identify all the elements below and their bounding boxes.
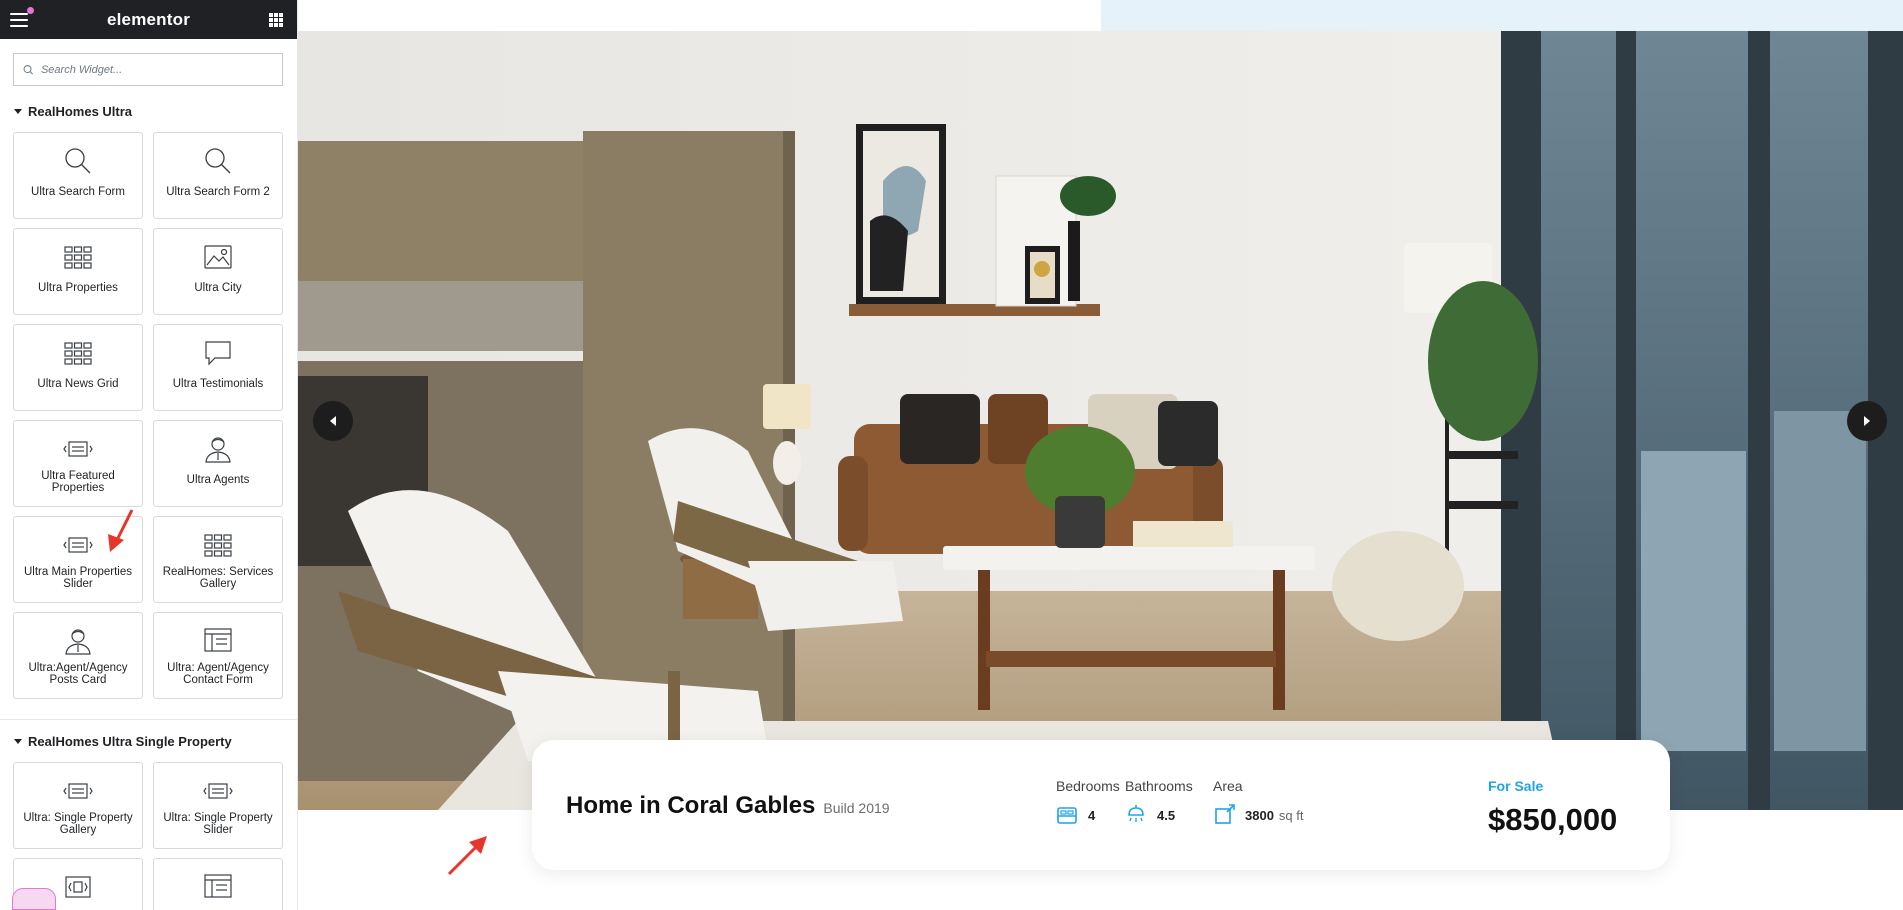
arrow-right-icon: [1864, 416, 1870, 426]
widget-label: Ultra: Agent/Agency Contact Form: [167, 662, 269, 686]
bed-icon: [1057, 807, 1077, 824]
gallery-icon: [62, 871, 94, 903]
image-icon: [202, 241, 234, 273]
bedrooms-label: Bedrooms: [1056, 778, 1120, 794]
slider-icon: [62, 529, 94, 561]
property-slide-image: [298, 31, 1903, 810]
category-divider: [0, 719, 297, 720]
slider-icon: [62, 433, 94, 465]
arrow-left-icon: [330, 416, 336, 426]
search-icon: [23, 64, 33, 75]
property-info-card[interactable]: Home in Coral Gables Build 2019 Bedrooms …: [532, 740, 1670, 870]
bedrooms-value: 4: [1088, 807, 1096, 823]
widget-ultra-single-property-gallery[interactable]: Ultra: Single Property Gallery: [13, 762, 143, 849]
widget-label: Ultra Featured Properties: [41, 470, 115, 494]
caret-down-icon: [14, 738, 22, 744]
area-unit: sq ft: [1278, 807, 1304, 823]
slider-icon: [62, 775, 94, 807]
widget-grid-realhomes-ultra: Ultra Search Form Ultra Search Form 2 Ultr…: [0, 132, 297, 699]
category-title: RealHomes Ultra Single Property: [28, 733, 232, 749]
apps-grid-icon[interactable]: [269, 12, 283, 27]
grid-icon: [202, 529, 234, 561]
widget-ultra-city[interactable]: Ultra City: [153, 228, 283, 315]
widget-label: Ultra Main Properties Slider: [23, 566, 132, 590]
panel-topbar: elementor: [0, 0, 297, 39]
widget-ultra-search-form-2[interactable]: Ultra Search Form 2: [153, 132, 283, 219]
widget-label: Ultra: Single Property Gallery: [23, 812, 133, 836]
area-icon: [1215, 804, 1235, 824]
search-box: [13, 53, 283, 86]
grid-icon: [62, 337, 94, 369]
widget-label: Ultra Testimonials: [172, 378, 264, 390]
search-icon: [62, 145, 94, 177]
caret-down-icon: [14, 108, 22, 114]
widget-label: Ultra: Single Property Slider: [163, 812, 273, 836]
category-realhomes-ultra[interactable]: RealHomes Ultra: [0, 102, 297, 120]
widget-widget-3[interactable]: [153, 858, 283, 910]
notification-dot: [27, 6, 34, 14]
widget-label: Ultra Search Form 2: [166, 186, 270, 198]
meta-area: Area 3800 sq ft: [1213, 778, 1304, 826]
grid-icon: [62, 241, 94, 273]
search-widget-input[interactable]: [40, 63, 274, 76]
meta-bedrooms: Bedrooms 4: [1056, 778, 1120, 826]
navigator-badge[interactable]: [12, 888, 56, 910]
widget-ultra-search-form[interactable]: Ultra Search Form: [13, 132, 143, 219]
slider-prev-button[interactable]: [313, 401, 353, 441]
bathrooms-label: Bathrooms: [1125, 778, 1193, 794]
widget-label: Ultra News Grid: [37, 378, 119, 390]
widget-panel: elementor RealHomes Ultra Ultra Search F…: [0, 0, 298, 910]
widget-label: Ultra Properties: [38, 282, 118, 294]
widget-label: RealHomes: Services Gallery: [162, 566, 274, 590]
form-icon: [202, 871, 234, 903]
person-icon: [202, 433, 234, 465]
slider-next-button[interactable]: [1847, 401, 1887, 441]
person-icon: [62, 625, 94, 657]
form-icon: [202, 625, 234, 657]
shower-icon: [1128, 805, 1144, 822]
meta-bathrooms: Bathrooms 4.5: [1125, 778, 1193, 826]
search-icon: [202, 145, 234, 177]
elementor-editor: elementor RealHomes Ultra Ultra Search F…: [0, 0, 1903, 910]
menu-icon[interactable]: [10, 6, 34, 27]
area-label: Area: [1213, 778, 1243, 794]
widget-label: Ultra Search Form: [31, 186, 125, 198]
elementor-logo: elementor: [106, 9, 191, 29]
widget-ultra-agent-agency-posts-card[interactable]: Ultra:Agent/Agency Posts Card: [13, 612, 143, 699]
bathrooms-value: 4.5: [1157, 807, 1176, 823]
property-title-row: Home in Coral Gables Build 2019: [566, 792, 890, 820]
speech-bubble-icon: [202, 337, 234, 369]
header-strip: [1101, 0, 1903, 31]
widget-label: Ultra City: [194, 282, 242, 294]
category-realhomes-ultra-single-property[interactable]: RealHomes Ultra Single Property: [0, 732, 297, 750]
widget-ultra-single-property-slider[interactable]: Ultra: Single Property Slider: [153, 762, 283, 849]
widget-label: Ultra Agents: [186, 474, 250, 486]
widget-label: Ultra:Agent/Agency Posts Card: [28, 662, 128, 686]
widget-ultra-agent-agency-contact-form[interactable]: Ultra: Agent/Agency Contact Form: [153, 612, 283, 699]
widget-ultra-properties[interactable]: Ultra Properties: [13, 228, 143, 315]
property-title[interactable]: Home in Coral Gables: [566, 792, 815, 819]
property-price: $850,000: [1488, 802, 1618, 837]
area-value: 3800: [1245, 807, 1274, 823]
slider-icon: [202, 775, 234, 807]
widget-ultra-testimonials[interactable]: Ultra Testimonials: [153, 324, 283, 411]
widget-ultra-news-grid[interactable]: Ultra News Grid: [13, 324, 143, 411]
widget-ultra-featured-properties[interactable]: Ultra Featured Properties: [13, 420, 143, 507]
widget-realhomes-services-gallery[interactable]: RealHomes: Services Gallery: [153, 516, 283, 603]
property-build-year: Build 2019: [823, 800, 890, 816]
annotation-arrow-icon: [108, 509, 134, 552]
preview-canvas: Home in Coral Gables Build 2019 Bedrooms …: [298, 0, 1903, 910]
widget-ultra-agents[interactable]: Ultra Agents: [153, 420, 283, 507]
annotation-arrow-icon: [447, 836, 487, 876]
category-title: RealHomes Ultra: [28, 103, 133, 119]
property-status: For Sale: [1488, 778, 1544, 794]
